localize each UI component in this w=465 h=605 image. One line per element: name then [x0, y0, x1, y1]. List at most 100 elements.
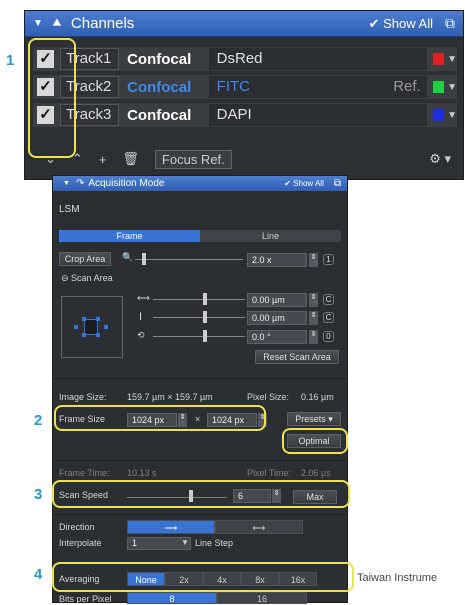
scan-area-label[interactable]: ⊖ Scan Area	[61, 273, 113, 284]
zoom-stepper[interactable]: ⇕	[309, 253, 318, 267]
collapse-arrow-icon[interactable]: ▼	[63, 180, 70, 187]
color-swatch[interactable]	[432, 81, 445, 93]
offset-x-center-button[interactable]: C	[323, 294, 334, 305]
show-all-label: Show All	[293, 179, 324, 188]
color-swatch[interactable]	[432, 109, 445, 121]
pixel-time-value: 2.06 µs	[301, 468, 331, 478]
offset-x-knob[interactable]	[203, 293, 207, 305]
rotation-field[interactable]: 0.0 °	[247, 330, 307, 344]
acquisition-panel: ▼ ↷ Acquisition Mode ✔ Show All ⧉ LSM Fr…	[52, 175, 348, 604]
resize-handle[interactable]	[96, 333, 100, 337]
offset-y-field[interactable]: 0.00 µm	[247, 311, 307, 325]
zoom-slider-knob[interactable]	[142, 253, 146, 265]
scan-area-preview[interactable]	[61, 296, 123, 358]
offset-y-center-button[interactable]: C	[323, 312, 334, 323]
track-row[interactable]: ✓ Track1 Confocal DsRed ▼	[33, 47, 457, 71]
offset-y-knob[interactable]	[203, 311, 207, 323]
rotation-knob[interactable]	[203, 330, 207, 342]
resize-handle[interactable]	[96, 317, 100, 321]
reset-scan-area-button[interactable]: Reset Scan Area	[255, 350, 339, 364]
collapse-arrow-icon[interactable]: ▼	[33, 18, 43, 29]
tab-frame[interactable]: Frame	[59, 230, 200, 242]
zoom-field[interactable]: 2.0 x	[247, 253, 307, 267]
direction-bidirectional[interactable]: ⟷	[215, 520, 303, 534]
resize-handle[interactable]	[104, 325, 108, 329]
frame-time-label: Frame Time:	[59, 468, 110, 478]
track-row[interactable]: ✓ Track2 Confocal FITC Ref. ▼	[33, 75, 457, 99]
offset-y-icon: I	[139, 311, 143, 323]
crop-area-button[interactable]: Crop Area	[59, 252, 111, 266]
frame-time-value: 10.13 s	[127, 468, 157, 478]
divider	[53, 378, 347, 379]
rotation-slider[interactable]	[153, 336, 245, 337]
tab-line[interactable]: Line	[200, 230, 341, 242]
image-size-label: Image Size:	[59, 392, 107, 402]
direction-label: Direction	[59, 522, 95, 532]
acquisition-title: Acquisition Mode	[88, 178, 165, 189]
pixel-size-label: Pixel Size:	[247, 392, 290, 402]
track-dye[interactable]: FITC Ref.	[208, 76, 427, 98]
chevron-down-icon[interactable]: ▼	[447, 54, 457, 65]
offset-x-stepper[interactable]: ⇕	[309, 293, 318, 307]
show-all-toggle[interactable]: ✔ Show All	[284, 179, 324, 188]
add-icon[interactable]: +	[99, 152, 107, 167]
highlight-3	[52, 480, 350, 508]
resize-handle[interactable]	[74, 325, 78, 329]
callout-4: 4	[34, 566, 43, 583]
channels-title: Channels	[70, 15, 135, 32]
zoom-reset-button[interactable]: 1	[323, 254, 334, 265]
zoom-icon: 🔍	[122, 252, 134, 262]
offset-x-field[interactable]: 0.00 µm	[247, 293, 307, 307]
callout-1: 1	[6, 52, 15, 69]
acquisition-header[interactable]: ▼ ↷ Acquisition Mode ✔ Show All ⧉	[53, 176, 347, 191]
image-size-value: 159.7 µm × 159.7 µm	[127, 392, 213, 402]
channels-toolbar: ⌄ ⌃ + 🗑 Focus Ref. ⚙ ▾	[33, 149, 457, 169]
track-row[interactable]: ✓ Track3 Confocal DAPI ▼	[33, 103, 457, 127]
track-dye[interactable]: DAPI	[208, 104, 427, 126]
footer-text: Taiwan Instrume	[357, 572, 438, 584]
gear-icon[interactable]: ⚙ ▾	[429, 151, 451, 167]
presets-button[interactable]: Presets ▾	[287, 412, 341, 426]
line-step-label: Line Step	[195, 538, 234, 548]
lsm-label: LSM	[59, 204, 80, 215]
acquisition-icon: ↷	[75, 178, 85, 189]
bits-option[interactable]: 16	[217, 592, 307, 604]
scan-area-text: Scan Area	[71, 273, 113, 283]
dye-name: FITC	[216, 78, 250, 95]
offset-x-slider[interactable]	[153, 299, 245, 300]
scan-mode-tabs: Frame Line	[59, 230, 341, 242]
popout-icon[interactable]: ⧉	[334, 178, 341, 189]
chevron-down-icon[interactable]: ▼	[447, 82, 457, 93]
highlight-optimal	[282, 428, 348, 454]
show-all-label: Show All	[383, 15, 433, 31]
direction-selector: ⟶ ⟷	[127, 520, 303, 534]
channels-header[interactable]: ▼ ⯅ Channels ✔ Show All ⧉	[25, 11, 463, 37]
trash-icon[interactable]: 🗑	[122, 151, 139, 167]
show-all-toggle[interactable]: ✔ Show All	[369, 16, 433, 32]
focus-ref-button[interactable]: Focus Ref.	[154, 149, 232, 169]
pixel-size-value: 0.16 µm	[301, 392, 334, 402]
popout-icon[interactable]: ⧉	[445, 15, 455, 32]
callout-3: 3	[34, 486, 43, 503]
zoom-slider-track[interactable]	[135, 259, 243, 260]
chevron-down-icon[interactable]: ▼	[447, 110, 457, 121]
offset-x-icon: ⟷	[137, 293, 150, 303]
callout-2: 2	[34, 412, 43, 429]
chevron-down-icon[interactable]: ▼	[181, 538, 189, 547]
resize-handle[interactable]	[82, 317, 86, 321]
direction-unidirectional[interactable]: ⟶	[127, 520, 215, 534]
highlight-4	[52, 562, 354, 592]
bits-selector: 8 16	[127, 592, 307, 604]
interpolate-label: Interpolate	[59, 538, 102, 548]
highlight-2	[54, 405, 266, 431]
offset-y-slider[interactable]	[153, 317, 245, 318]
track-mode: Confocal	[127, 78, 192, 96]
rotation-stepper[interactable]: ⇕	[309, 330, 318, 344]
highlight-1	[28, 38, 76, 158]
rotation-reset-button[interactable]: 0	[323, 331, 334, 342]
track-dye[interactable]: DsRed	[208, 48, 427, 70]
bits-option[interactable]: 8	[127, 592, 217, 604]
offset-y-stepper[interactable]: ⇕	[309, 311, 318, 325]
color-swatch[interactable]	[432, 53, 445, 65]
resize-handle[interactable]	[82, 333, 86, 337]
